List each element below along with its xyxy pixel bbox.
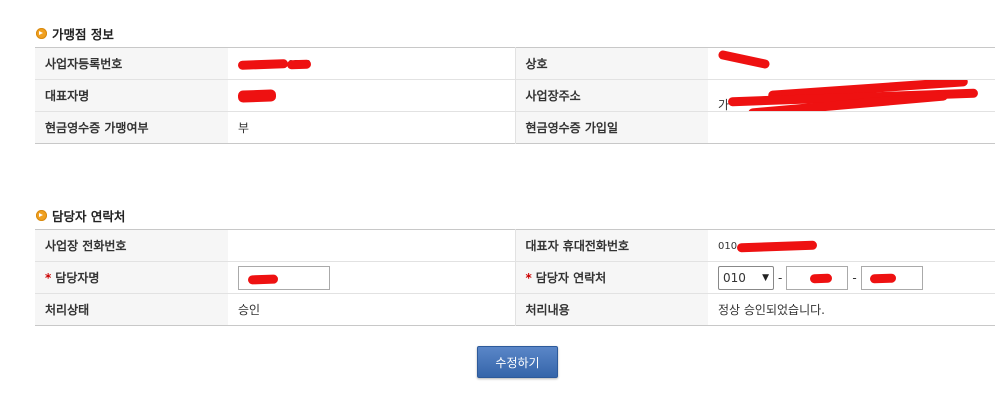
value-representative xyxy=(228,79,515,112)
redaction-mark xyxy=(237,58,289,70)
label-representative: 대표자명 xyxy=(35,79,228,112)
section-bullet-icon xyxy=(36,210,47,221)
table-row: * 담당자명 * 담당자 연락처 010 ▼ - - xyxy=(35,261,995,294)
store-info-title: 가맹점 정보 xyxy=(36,24,114,43)
section-bullet-icon xyxy=(36,28,47,39)
label-cash-receipt-join-date: 현금영수증 가입일 xyxy=(514,111,708,144)
table-row: 처리상태 승인 처리내용 정상 승인되었습니다. xyxy=(35,293,995,326)
label-process-status: 처리상태 xyxy=(35,293,228,326)
value-business-address: 가 xyxy=(708,79,995,112)
phone-dash: - xyxy=(778,270,783,285)
redaction-mark xyxy=(717,49,771,69)
table-row: 현금영수증 가맹여부 부 현금영수증 가입일 xyxy=(35,111,995,144)
phone-prefix-select[interactable]: 010 ▼ xyxy=(718,265,774,290)
value-cash-receipt-member: 부 xyxy=(228,111,515,144)
redaction-mark xyxy=(247,274,279,285)
store-info-table: 사업자등록번호 0700 상호 대표자명 사업장주소 가 현금영수증 가맹여부 … xyxy=(35,47,995,144)
redaction-mark xyxy=(736,240,818,252)
chevron-down-icon: ▼ xyxy=(762,272,769,283)
label-representative-mobile: 대표자 휴대전화번호 xyxy=(514,229,708,262)
value-business-number: 0700 xyxy=(228,47,515,80)
label-store-name: 상호 xyxy=(514,47,708,80)
table-row: 사업장 전화번호 대표자 휴대전화번호 010 xyxy=(35,229,995,262)
label-business-phone: 사업장 전화번호 xyxy=(35,229,228,262)
redaction-mark xyxy=(809,273,833,284)
value-process-status: 승인 xyxy=(228,293,515,326)
label-business-number: 사업자등록번호 xyxy=(35,47,228,80)
value-representative-mobile: 010 xyxy=(708,229,995,262)
table-row: 사업자등록번호 0700 상호 xyxy=(35,47,995,80)
value-business-phone xyxy=(228,229,515,262)
phone-dash: - xyxy=(852,270,857,285)
value-manager-name xyxy=(228,261,515,294)
value-manager-phone: 010 ▼ - - xyxy=(708,261,995,294)
redaction-mark xyxy=(237,89,277,103)
label-manager-name: * 담당자명 xyxy=(35,261,228,294)
required-asterisk: * xyxy=(45,271,52,285)
store-info-title-text: 가맹점 정보 xyxy=(52,27,114,42)
value-process-detail: 정상 승인되었습니다. xyxy=(708,293,995,326)
value-cash-receipt-join-date xyxy=(708,111,995,144)
label-business-address: 사업장주소 xyxy=(514,79,708,112)
label-manager-phone: * 담당자 연락처 xyxy=(514,261,708,294)
required-asterisk: * xyxy=(525,271,532,285)
contact-info-title-text: 담당자 연락처 xyxy=(52,209,126,224)
table-row: 대표자명 사업장주소 가 xyxy=(35,79,995,112)
edit-button[interactable]: 수정하기 xyxy=(477,346,558,378)
contact-info-title: 담당자 연락처 xyxy=(36,206,125,225)
redaction-mark xyxy=(286,59,312,69)
contact-info-table: 사업장 전화번호 대표자 휴대전화번호 010 * 담당자명 * 담당자 연락처 0… xyxy=(35,229,995,326)
label-process-detail: 처리내용 xyxy=(514,293,708,326)
value-store-name xyxy=(708,47,995,80)
redaction-mark xyxy=(869,273,897,284)
label-cash-receipt-member: 현금영수증 가맹여부 xyxy=(35,111,228,144)
